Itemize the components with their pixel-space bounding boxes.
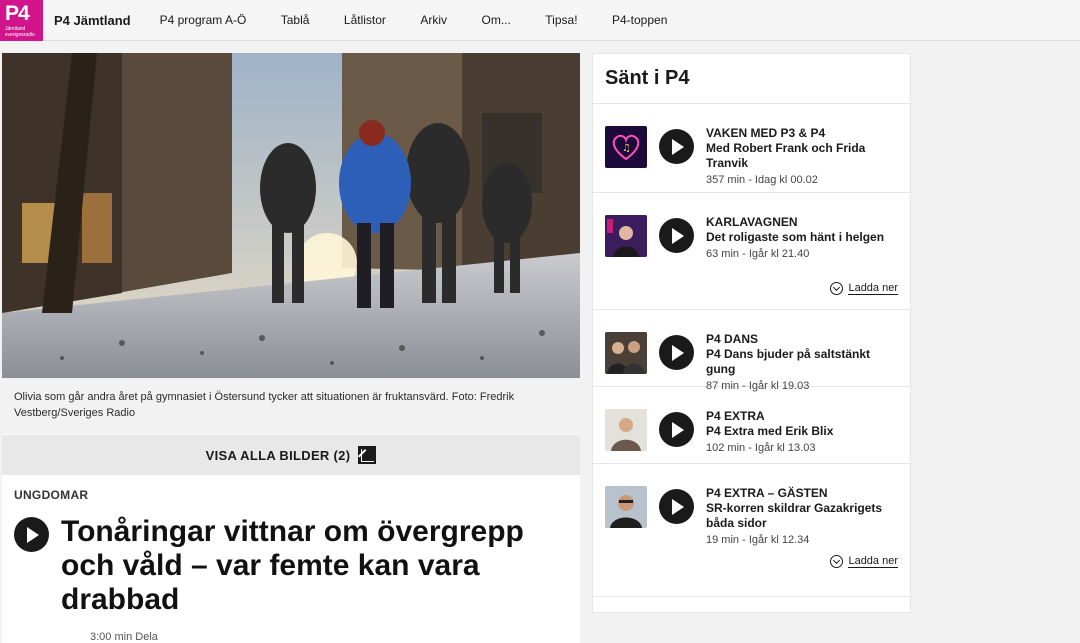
episode-title[interactable]: P4 Dans bjuder på saltstänkt gung: [706, 347, 898, 377]
svg-text:♫: ♫: [622, 143, 631, 154]
episode-item: P4 EXTRA – GÄSTEN SR-korren skildrar Gaz…: [593, 464, 910, 597]
station-name[interactable]: P4 Jämtland: [54, 13, 131, 28]
episode-thumbnail[interactable]: [605, 409, 647, 451]
episode-play-button[interactable]: [659, 218, 694, 253]
episode-thumbnail[interactable]: [605, 215, 647, 257]
article-photo[interactable]: [2, 53, 580, 378]
hosts-portrait: [605, 332, 647, 374]
episode-play-button[interactable]: [659, 335, 694, 370]
episode-program[interactable]: P4 DANS: [706, 332, 898, 346]
episode-info: 19 min - Igår kl 12.34: [706, 534, 810, 546]
episode-program[interactable]: VAKEN MED P3 & P4: [706, 126, 898, 140]
street-photo-illustration: [2, 53, 580, 378]
episode-info: 63 min - Igår kl 21.40: [706, 248, 810, 260]
episode-time: Idag kl 00.02: [754, 174, 818, 186]
host-portrait: [605, 215, 647, 257]
host-portrait: [605, 409, 647, 451]
show-all-images-button[interactable]: VISA ALLA BILDER (2): [2, 434, 580, 475]
headline-row: Tonåringar vittnar om övergrepp och våld…: [14, 515, 568, 617]
logo-text: P4: [5, 1, 30, 25]
episode-time: Igår kl 12.34: [748, 534, 810, 546]
top-navigation: P4 Jämtland sverigesradio P4 Jämtland P4…: [0, 0, 1080, 41]
nav-om[interactable]: Om...: [482, 13, 511, 27]
article-play-button[interactable]: [14, 517, 49, 552]
episode-thumbnail[interactable]: ♫: [605, 126, 647, 168]
episode-program[interactable]: P4 EXTRA – GÄSTEN: [706, 486, 906, 500]
share-link[interactable]: Dela: [135, 631, 158, 643]
article-meta: 3:00 min Dela: [14, 631, 568, 643]
article-category[interactable]: UNGDOMAR: [14, 488, 568, 502]
episode-time: Igår kl 13.03: [754, 442, 816, 454]
episode-info: 102 min - Igår kl 13.03: [706, 442, 816, 454]
download-icon: [830, 282, 844, 295]
episode-info: 357 min - Idag kl 00.02: [706, 174, 818, 186]
episode-play-button[interactable]: [659, 412, 694, 447]
panel-title: Sänt i P4: [593, 54, 910, 104]
episode-title[interactable]: SR-korren skildrar Gazakrigets båda sido…: [706, 501, 906, 531]
episode-item: KARLAVAGNEN Det roligaste som hänt i hel…: [593, 193, 910, 310]
episode-play-button[interactable]: [659, 129, 694, 164]
download-label: Ladda ner: [848, 555, 898, 568]
episode-program[interactable]: KARLAVAGNEN: [706, 215, 884, 229]
sent-in-p4-panel: Sänt i P4 ♫ VAKEN MED P3 & P4 Med Robert…: [592, 53, 911, 613]
episode-item: P4 EXTRA P4 Extra med Erik Blix 102 min …: [593, 387, 910, 464]
expand-icon: [358, 446, 377, 464]
show-all-images-label: VISA ALLA BILDER (2): [205, 447, 351, 463]
article-body: UNGDOMAR Tonåringar vittnar om övergrepp…: [2, 475, 580, 643]
nav-latlistor[interactable]: Låtlistor: [344, 13, 386, 27]
photo-caption: Olivia som går andra året på gymnasiet i…: [2, 378, 580, 434]
p4-logo[interactable]: P4 Jämtland sverigesradio: [0, 0, 43, 41]
download-icon: [830, 555, 844, 568]
nav-menu: P4 program A-Ö Tablå Låtlistor Arkiv Om.…: [145, 11, 683, 29]
episode-item: P4 DANS P4 Dans bjuder på saltstänkt gun…: [593, 310, 910, 392]
heart-note-icon: ♫: [612, 134, 640, 161]
article-duration: 3:00 min: [90, 631, 133, 643]
episode-title[interactable]: Med Robert Frank och Frida Tranvik: [706, 141, 898, 171]
nav-tipsa[interactable]: Tipsa!: [545, 13, 577, 27]
nav-p4-toppen[interactable]: P4-toppen: [612, 13, 667, 27]
article-column: Olivia som går andra året på gymnasiet i…: [2, 53, 580, 643]
episode-thumbnail[interactable]: [605, 486, 647, 528]
nav-tabla[interactable]: Tablå: [281, 13, 310, 27]
episode-title[interactable]: Det roligaste som hänt i helgen: [706, 230, 884, 245]
guest-portrait: [605, 486, 647, 528]
episode-play-button[interactable]: [659, 489, 694, 524]
episode-program[interactable]: P4 EXTRA: [706, 409, 833, 423]
episode-length: 357 min: [706, 174, 746, 186]
article-headline: Tonåringar vittnar om övergrepp och våld…: [61, 515, 524, 616]
episode-thumbnail[interactable]: [605, 332, 647, 374]
episode-title[interactable]: P4 Extra med Erik Blix: [706, 424, 833, 439]
nav-program-a-o[interactable]: P4 program A-Ö: [160, 13, 247, 27]
episode-length: 63 min: [706, 248, 740, 260]
nav-arkiv[interactable]: Arkiv: [420, 13, 447, 27]
episode-item: ♫ VAKEN MED P3 & P4 Med Robert Frank och…: [593, 104, 910, 193]
logo-subtitle: Jämtland sverigesradio: [5, 25, 35, 38]
download-link[interactable]: Ladda ner: [830, 555, 898, 568]
download-link[interactable]: Ladda ner: [830, 282, 898, 295]
download-label: Ladda ner: [848, 282, 898, 295]
episode-time: Igår kl 21.40: [748, 248, 810, 260]
episode-length: 19 min: [706, 534, 740, 546]
episode-length: 102 min: [706, 442, 746, 454]
